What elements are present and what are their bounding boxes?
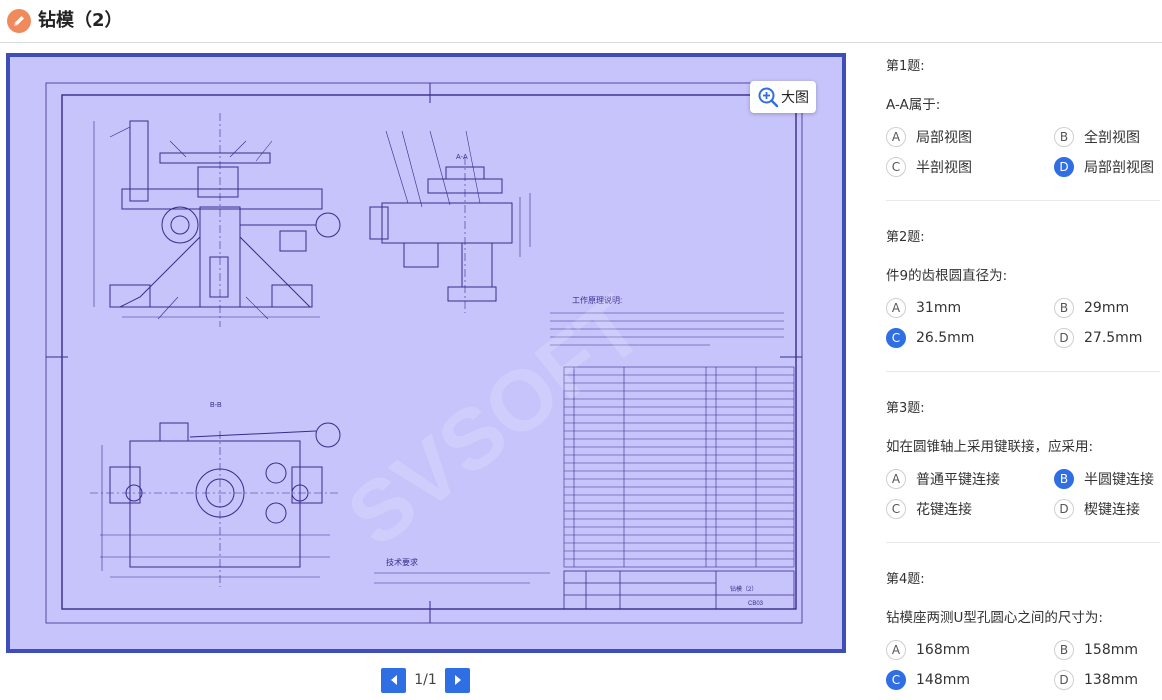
question-text: 钻模座两测U型孔圆心之间的尺寸为: bbox=[886, 610, 1103, 626]
question-number: 第2题: bbox=[886, 230, 925, 245]
option-text: 花键连接 bbox=[916, 502, 972, 518]
option-text: 29mm bbox=[1084, 300, 1130, 316]
section-aa-label: A-A bbox=[456, 154, 468, 161]
option-c[interactable]: C 半剖视图 bbox=[886, 156, 972, 178]
option-letter: A bbox=[886, 469, 906, 489]
option-text: 148mm bbox=[916, 672, 970, 688]
question-number: 第3题: bbox=[886, 401, 925, 416]
option-text: 26.5mm bbox=[916, 330, 975, 346]
option-c[interactable]: C 26.5mm bbox=[886, 327, 974, 349]
drawing-viewer[interactable]: A-A B-B 工作原理说明: 技术要求 钻模（2） CB03 SVSOFT 大… bbox=[6, 53, 846, 653]
option-text: 半剖视图 bbox=[916, 160, 972, 176]
option-letter: D bbox=[1054, 157, 1074, 177]
pencil-icon bbox=[7, 9, 31, 33]
option-letter: B bbox=[1054, 127, 1074, 147]
option-letter: C bbox=[886, 499, 906, 519]
option-a[interactable]: A 168mm bbox=[886, 639, 970, 661]
option-letter: B bbox=[1054, 640, 1074, 660]
question-number: 第4题: bbox=[886, 572, 925, 587]
option-letter: B bbox=[1054, 469, 1074, 489]
option-b[interactable]: B 全剖视图 bbox=[1054, 126, 1140, 148]
option-letter: D bbox=[1054, 499, 1074, 519]
question-text: A-A属于: bbox=[886, 97, 941, 113]
question-1: 第1题: A-A属于: A 局部视图 B 全剖视图 C 半剖视图 D 局部剖视图 bbox=[886, 57, 1162, 201]
section-bb-label: B-B bbox=[210, 402, 222, 409]
section-bb-view bbox=[90, 422, 341, 587]
question-number: 第1题: bbox=[886, 59, 925, 74]
question-text: 件9的齿根圆直径为: bbox=[886, 268, 1008, 284]
option-letter: C bbox=[886, 328, 906, 348]
option-letter: C bbox=[886, 157, 906, 177]
option-letter: C bbox=[886, 670, 906, 690]
question-text: 如在圆锥轴上采用键联接，应采用: bbox=[886, 439, 1094, 455]
question-divider bbox=[886, 542, 1160, 543]
question-divider bbox=[886, 371, 1160, 372]
option-d[interactable]: D 楔键连接 bbox=[1054, 498, 1140, 520]
caret-right-icon bbox=[454, 675, 461, 685]
option-a[interactable]: A 普通平键连接 bbox=[886, 468, 1000, 490]
question-2: 第2题: 件9的齿根圆直径为: A 31mm B 29mm C 26.5mm D 27.… bbox=[886, 228, 1162, 372]
page-pager: 1/1 bbox=[381, 667, 470, 693]
next-page-button[interactable] bbox=[445, 667, 470, 693]
question-options: A 局部视图 B 全剖视图 C 半剖视图 D 局部剖视图 bbox=[886, 126, 1162, 186]
question-options: A 普通平键连接 B 半圆键连接 C 花键连接 D 楔键连接 bbox=[886, 468, 1162, 528]
option-text: 168mm bbox=[916, 642, 970, 658]
option-text: 局部剖视图 bbox=[1084, 160, 1154, 176]
option-d[interactable]: D 138mm bbox=[1054, 669, 1138, 691]
question-options: A 31mm B 29mm C 26.5mm D 27.5mm bbox=[886, 297, 1162, 357]
main-view bbox=[93, 113, 341, 327]
option-text: 138mm bbox=[1084, 672, 1138, 688]
questions-panel: 第1题: A-A属于: A 局部视图 B 全剖视图 C 半剖视图 D 局部剖视图 第2题… bbox=[886, 50, 1162, 699]
option-text: 半圆键连接 bbox=[1084, 472, 1154, 488]
section-aa-view bbox=[369, 130, 531, 313]
option-b[interactable]: B 29mm bbox=[1054, 297, 1129, 319]
watermark-text: SVSOFT bbox=[330, 278, 660, 565]
option-c[interactable]: C 148mm bbox=[886, 669, 970, 691]
option-a[interactable]: A 31mm bbox=[886, 297, 961, 319]
option-letter: B bbox=[1054, 298, 1074, 318]
option-letter: D bbox=[1054, 670, 1074, 690]
question-options: A 168mm B 158mm C 148mm D 138mm bbox=[886, 639, 1162, 699]
zoom-in-icon bbox=[758, 87, 779, 108]
page-header: 钻模（2） bbox=[0, 0, 1162, 43]
option-text: 普通平键连接 bbox=[916, 472, 1000, 488]
question-divider bbox=[886, 200, 1160, 201]
option-c[interactable]: C 花键连接 bbox=[886, 498, 972, 520]
question-3: 第3题: 如在圆锥轴上采用键联接，应采用: A 普通平键连接 B 半圆键连接 C 花键… bbox=[886, 399, 1162, 543]
option-letter: D bbox=[1054, 328, 1074, 348]
zoom-button[interactable]: 大图 bbox=[750, 81, 816, 113]
option-b[interactable]: B 半圆键连接 bbox=[1054, 468, 1154, 490]
option-text: 27.5mm bbox=[1084, 330, 1143, 346]
option-text: 158mm bbox=[1084, 642, 1138, 658]
option-letter: A bbox=[886, 127, 906, 147]
title-block-code: CB03 bbox=[748, 601, 764, 607]
option-a[interactable]: A 局部视图 bbox=[886, 126, 972, 148]
title-block-name: 钻模（2） bbox=[730, 585, 757, 593]
option-b[interactable]: B 158mm bbox=[1054, 639, 1138, 661]
question-4: 第4题: 钻模座两测U型孔圆心之间的尺寸为: A 168mm B 158mm C 14… bbox=[886, 570, 1162, 699]
option-letter: A bbox=[886, 640, 906, 660]
option-text: 局部视图 bbox=[916, 130, 972, 146]
page-title: 钻模（2） bbox=[38, 10, 123, 31]
option-text: 全剖视图 bbox=[1084, 130, 1140, 146]
caret-left-icon bbox=[390, 675, 397, 685]
option-letter: A bbox=[886, 298, 906, 318]
engineering-drawing: A-A B-B 工作原理说明: 技术要求 钻模（2） CB03 SVSOFT bbox=[45, 82, 803, 624]
page-indicator: 1/1 bbox=[414, 672, 437, 688]
option-d[interactable]: D 局部剖视图 bbox=[1054, 156, 1154, 178]
prev-page-button[interactable] bbox=[381, 667, 406, 693]
option-text: 楔键连接 bbox=[1084, 502, 1140, 518]
option-text: 31mm bbox=[916, 300, 962, 316]
option-d[interactable]: D 27.5mm bbox=[1054, 327, 1142, 349]
zoom-button-label: 大图 bbox=[781, 90, 809, 106]
